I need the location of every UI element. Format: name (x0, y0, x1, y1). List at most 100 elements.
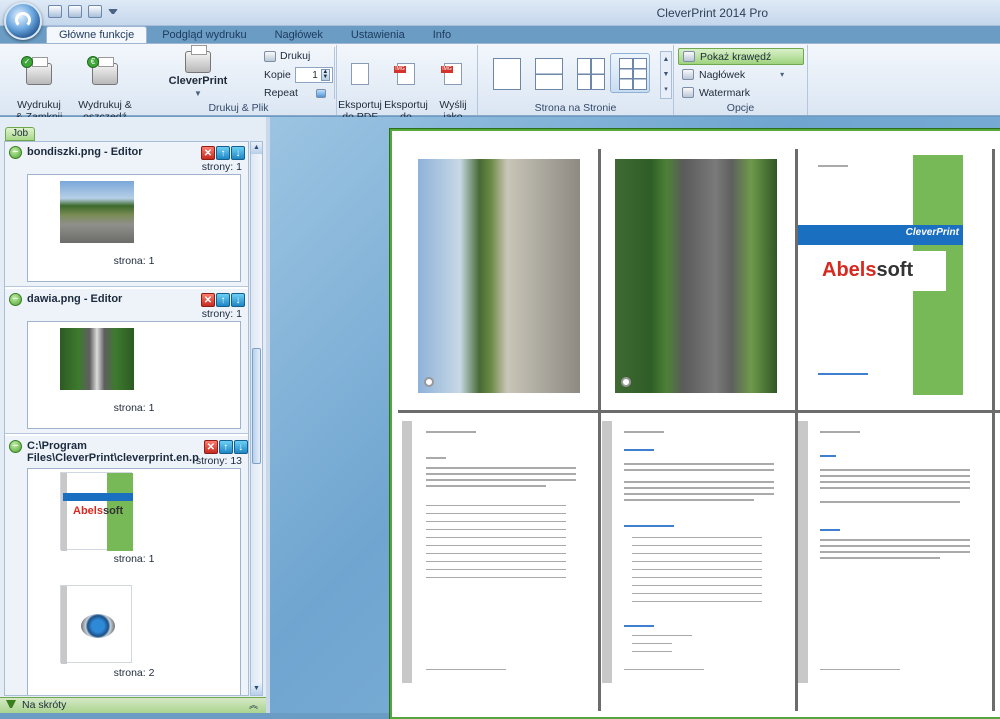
repeat-label: Repeat (264, 87, 298, 99)
thumbnail-image[interactable] (60, 328, 134, 390)
check-icon: ✓ (21, 56, 33, 68)
collapse-icon[interactable]: − (9, 146, 22, 159)
cleverprint-button[interactable]: CleverPrint ▼ (166, 45, 230, 100)
move-up-icon[interactable]: ↑ (216, 146, 230, 160)
layout-1-button[interactable] (484, 53, 524, 93)
page-divider (598, 149, 601, 711)
collapse-icon[interactable]: − (9, 440, 22, 453)
move-down-icon[interactable]: ↓ (233, 440, 248, 454)
window-title: CleverPrint 2014 Pro (656, 6, 768, 20)
text-line (426, 577, 566, 578)
text-line (632, 537, 762, 538)
text-line (632, 585, 762, 586)
job-item[interactable]: − bondiszki.png - Editor ✕ ↑ ↓ strony: 1 s… (5, 142, 248, 287)
text-line (426, 479, 576, 481)
scroll-thumb[interactable] (252, 348, 261, 464)
job-preview[interactable]: strona: 1 (27, 174, 241, 282)
preview-page-6[interactable] (798, 421, 988, 683)
preview-page-4[interactable] (402, 421, 592, 683)
copies-stepper[interactable]: 1 ▲ ▼ (294, 67, 333, 83)
repeat-icon[interactable] (315, 88, 326, 98)
tab-info[interactable]: Info (420, 26, 464, 44)
text-line (820, 539, 970, 541)
job-list-scrollbar[interactable]: ▲ ▼ (250, 141, 263, 696)
preview-page-1[interactable] (418, 159, 580, 393)
layout-gallery-scroll[interactable]: ▲ ▼ ▾ (660, 51, 672, 99)
stepper-arrows-icon[interactable]: ▲ ▼ (320, 69, 330, 81)
heading-line (624, 449, 654, 451)
header-label: Nagłówek (699, 68, 746, 81)
text-line (820, 545, 970, 547)
text-line (624, 499, 754, 501)
watermark-button[interactable]: Watermark (678, 84, 804, 101)
printer-icon (185, 45, 211, 73)
copies-label: Kopie (264, 69, 291, 81)
thumbnail-image[interactable] (60, 181, 134, 243)
layout-2-button[interactable] (526, 53, 566, 93)
move-down-icon[interactable]: ↓ (231, 293, 245, 307)
text-line (820, 551, 970, 553)
layout-6-button[interactable] (610, 53, 650, 93)
text-line (820, 475, 970, 477)
app-menu-button[interactable] (4, 2, 42, 40)
drukuj-button[interactable]: Drukuj (264, 50, 310, 62)
tab-ustawienia[interactable]: Ustawienia (338, 26, 418, 44)
show-edges-toggle[interactable]: Pokaż krawędź (678, 48, 804, 65)
cover-logo: Abelssoft (822, 259, 914, 281)
thumbnail-page[interactable] (60, 585, 132, 664)
heading-line (820, 529, 840, 531)
text-line (632, 577, 762, 578)
preview-page-2[interactable] (615, 159, 777, 393)
job-item[interactable]: − dawia.png - Editor ✕ ↑ ↓ strony: 1 stron… (5, 289, 248, 434)
text-line (426, 529, 566, 530)
chevron-up-icon[interactable]: ︽ (249, 698, 258, 713)
preview-page-3[interactable]: CleverPrint Abelssoft (798, 155, 963, 395)
printer-icon: ✓ (21, 56, 52, 85)
chevron-down-icon: ▼ (194, 89, 202, 98)
collapse-icon[interactable]: − (9, 293, 22, 306)
heading-line (820, 455, 836, 457)
text-line (820, 501, 960, 503)
move-up-icon[interactable]: ↑ (218, 440, 233, 454)
preview-page-5[interactable] (602, 421, 792, 683)
job-preview[interactable]: Abelssoft strona: 1 strona: 2 (27, 468, 241, 695)
text-line (426, 467, 576, 469)
heading-line (624, 625, 654, 627)
text-line (426, 561, 566, 562)
image-export-icon: IMG (394, 63, 415, 85)
layout-4-button[interactable] (568, 53, 608, 93)
download-icon (6, 700, 16, 711)
copies-value[interactable]: 1 (312, 70, 318, 81)
thumbnail-logo-text: Abelssoft (73, 505, 124, 517)
scroll-up-icon[interactable]: ▲ (251, 142, 262, 154)
tab-glowne-funkcje[interactable]: Główne funkcje (46, 26, 148, 44)
delete-icon[interactable]: ✕ (201, 293, 215, 307)
page-6-icon (619, 58, 647, 90)
tab-podglad-wydruku[interactable]: Podgląd wydruku (149, 26, 259, 44)
job-tab[interactable]: Job (5, 127, 35, 141)
job-item[interactable]: − C:\Program Files\CleverPrint\cleverpri… (5, 436, 248, 695)
text-line (820, 431, 860, 433)
mail-image-icon: IMG (441, 63, 462, 85)
move-down-icon[interactable]: ↓ (231, 146, 245, 160)
job-list[interactable]: − bondiszki.png - Editor ✕ ↑ ↓ strony: 1 s… (4, 141, 249, 696)
delete-icon[interactable]: ✕ (203, 440, 218, 454)
delete-icon[interactable]: ✕ (201, 146, 215, 160)
shortcuts-bar[interactable]: Na skróty ︽ (0, 697, 266, 713)
text-line (624, 493, 774, 495)
header-dropdown[interactable]: Nagłówek ▾ (678, 66, 804, 83)
chevron-down-icon: ▾ (780, 70, 785, 79)
photo-road-2 (615, 159, 777, 393)
repeat-row[interactable]: Repeat (264, 87, 326, 99)
text-line (624, 669, 704, 670)
preview-sheet[interactable]: CleverPrint Abelssoft (390, 129, 1000, 719)
text-line (820, 557, 940, 559)
job-preview[interactable]: strona: 1 (27, 321, 241, 429)
tab-naglowek[interactable]: Nagłówek (262, 26, 336, 44)
scroll-down-icon[interactable]: ▼ (251, 683, 262, 695)
move-up-icon[interactable]: ↑ (216, 293, 230, 307)
thumbnail-page[interactable]: Abelssoft (60, 472, 133, 551)
text-line (426, 569, 566, 570)
text-line (632, 601, 762, 602)
print-preview-canvas[interactable]: CleverPrint Abelssoft (270, 117, 1000, 719)
